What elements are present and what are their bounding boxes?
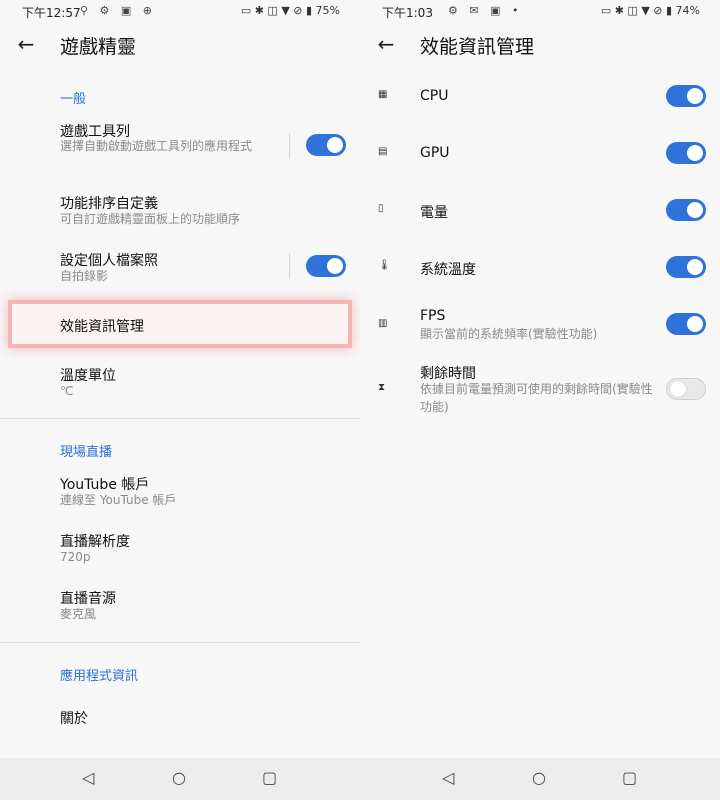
back-arrow-icon[interactable]: ← bbox=[14, 32, 38, 56]
toggle-knob bbox=[670, 381, 686, 397]
right-screen: 下午1:03 ⚙ ✉ ▣ • ▭ ✱ ◫ ▼ ⊘ ▮ 74% ← 效能資訊管理 … bbox=[360, 0, 720, 758]
home-circle-icon[interactable]: ○ bbox=[532, 768, 546, 787]
app-bar: ← 效能資訊管理 bbox=[360, 24, 720, 68]
profile-photo-toggle[interactable] bbox=[306, 255, 346, 277]
divider-vertical bbox=[289, 133, 290, 159]
cpu-toggle[interactable] bbox=[666, 85, 706, 107]
battery-percent: 75% bbox=[315, 4, 340, 17]
system-temperature-title[interactable]: 系統溫度 bbox=[420, 259, 476, 279]
live-resolution-subtitle: 720p bbox=[60, 550, 91, 564]
hourglass-icon: ⧗ bbox=[378, 382, 386, 393]
notification-icons: ⚲ ⚙ ▣ ⊕ bbox=[80, 4, 157, 17]
page-title: 效能資訊管理 bbox=[420, 36, 535, 58]
fps-title[interactable]: FPS bbox=[420, 308, 445, 324]
performance-info-title[interactable]: 效能資訊管理 bbox=[60, 316, 144, 336]
page-title: 遊戲精靈 bbox=[60, 36, 137, 58]
status-bar: 下午12:57 ⚲ ⚙ ▣ ⊕ ▭ ✱ ◫ ▼ ⊘ ▮ 75% bbox=[0, 0, 360, 24]
system-temperature-toggle[interactable] bbox=[666, 256, 706, 278]
recents-square-icon[interactable]: ▢ bbox=[622, 768, 637, 787]
profile-photo-subtitle: 自拍錄影 bbox=[60, 269, 109, 283]
status-time: 下午1:03 bbox=[382, 6, 433, 20]
game-toolbar-toggle[interactable] bbox=[306, 134, 346, 156]
fps-subtitle: 顯示當前的系統頻率(實驗性功能) bbox=[420, 327, 598, 341]
recents-square-icon[interactable]: ▢ bbox=[262, 768, 277, 787]
remaining-time-subtitle: 依據目前電量預測可使用的剩餘時間(實驗性功能) bbox=[420, 382, 653, 414]
gpu-toggle[interactable] bbox=[666, 142, 706, 164]
cpu-icon: ▦ bbox=[378, 89, 388, 100]
battery-toggle[interactable] bbox=[666, 199, 706, 221]
fps-toggle[interactable] bbox=[666, 313, 706, 335]
gpu-title[interactable]: GPU bbox=[420, 145, 450, 161]
toggle-knob bbox=[687, 145, 703, 161]
section-app-info: 應用程式資訊 bbox=[60, 669, 139, 684]
toggle-knob bbox=[327, 258, 343, 274]
gpu-icon: ▤ bbox=[378, 146, 388, 157]
status-bar: 下午1:03 ⚙ ✉ ▣ • ▭ ✱ ◫ ▼ ⊘ ▮ 74% bbox=[360, 0, 720, 24]
toggle-knob bbox=[687, 259, 703, 275]
battery-percent: 74% bbox=[675, 4, 700, 17]
divider bbox=[0, 418, 360, 419]
section-live: 現場直播 bbox=[60, 445, 113, 460]
thermometer-icon: 🌡 bbox=[378, 260, 391, 271]
back-arrow-icon[interactable]: ← bbox=[374, 32, 398, 56]
notification-icons: ⚙ ✉ ▣ • bbox=[448, 4, 523, 17]
remaining-time-toggle[interactable] bbox=[666, 378, 706, 400]
system-icons: ▭ ✱ ◫ ▼ ⊘ ▮ 74% bbox=[600, 4, 700, 17]
game-toolbar-subtitle: 選擇自動啟動遊戲工具列的應用程式 bbox=[60, 139, 253, 153]
back-triangle-icon[interactable]: ◁ bbox=[82, 768, 94, 787]
battery-title[interactable]: 電量 bbox=[420, 202, 448, 222]
home-circle-icon[interactable]: ○ bbox=[172, 768, 186, 787]
toggle-knob bbox=[687, 88, 703, 104]
feature-order-subtitle: 可自訂遊戲精靈面板上的功能順序 bbox=[60, 212, 241, 226]
app-bar: ← 遊戲精靈 bbox=[0, 24, 360, 68]
youtube-account-subtitle: 連線至 YouTube 帳戶 bbox=[60, 493, 177, 507]
navigation-bar: ◁ ○ ▢ ◁ ○ ▢ bbox=[0, 758, 720, 800]
section-general: 一般 bbox=[60, 92, 87, 107]
divider-vertical bbox=[289, 253, 290, 279]
status-time: 下午12:57 bbox=[22, 6, 81, 20]
left-screen: 下午12:57 ⚲ ⚙ ▣ ⊕ ▭ ✱ ◫ ▼ ⊘ ▮ 75% ← 遊戲精靈 一… bbox=[0, 0, 360, 758]
back-triangle-icon[interactable]: ◁ bbox=[442, 768, 454, 787]
toggle-knob bbox=[687, 202, 703, 218]
divider bbox=[0, 642, 360, 643]
toggle-knob bbox=[327, 137, 343, 153]
about-title[interactable]: 關於 bbox=[60, 708, 88, 728]
live-audio-subtitle: 麥克風 bbox=[60, 607, 97, 621]
toggle-knob bbox=[687, 316, 703, 332]
battery-icon: ▯ bbox=[378, 203, 384, 214]
fps-icon: ▥ bbox=[378, 318, 388, 329]
temperature-unit-subtitle: ℃ bbox=[60, 384, 74, 398]
cpu-title[interactable]: CPU bbox=[420, 88, 448, 104]
system-icons: ▭ ✱ ◫ ▼ ⊘ ▮ 75% bbox=[240, 4, 340, 17]
